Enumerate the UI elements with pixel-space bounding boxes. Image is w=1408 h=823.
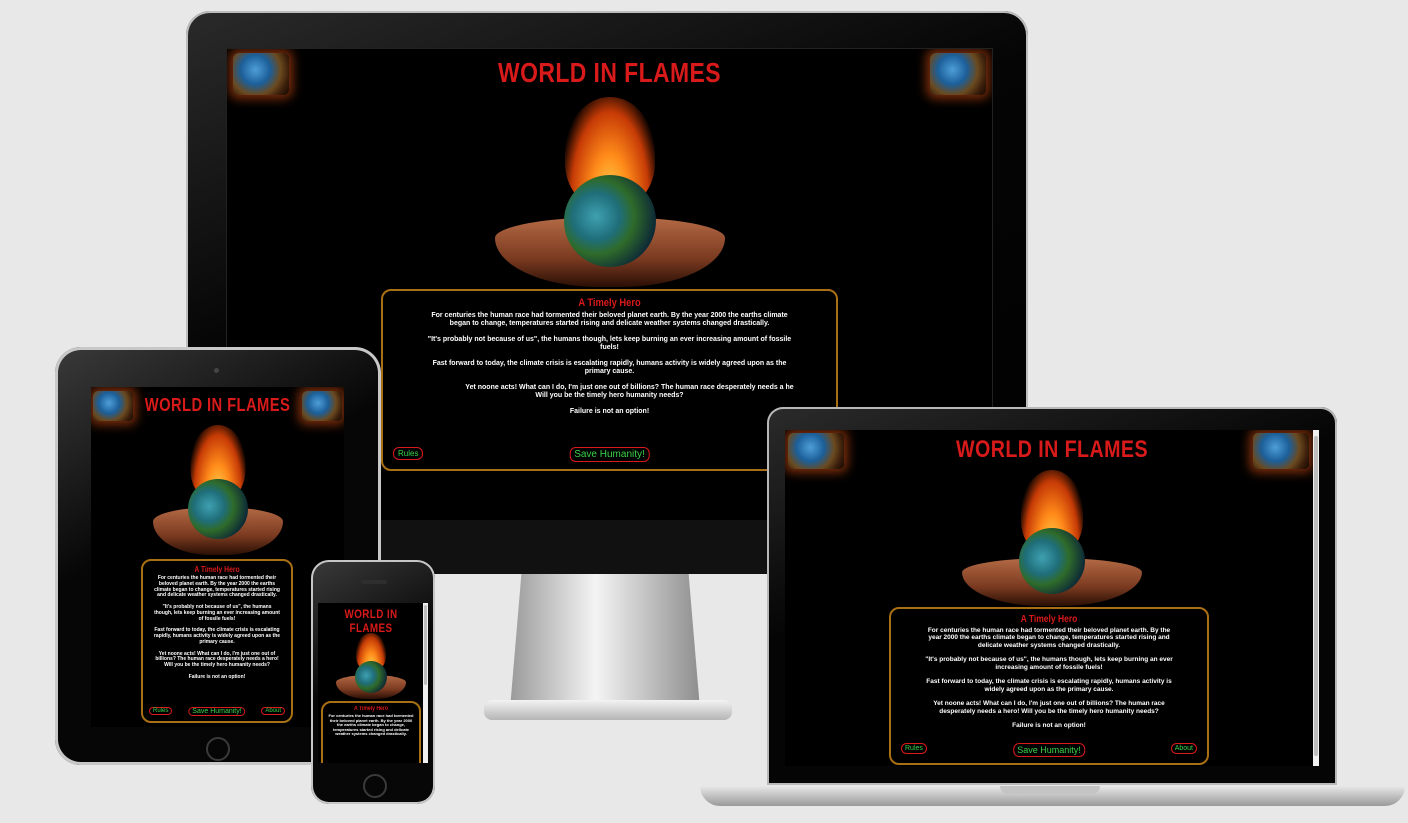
site-page: WORLD IN FLAMES A Timely Hero For centur… xyxy=(785,430,1319,766)
rules-button[interactable]: Rules xyxy=(149,707,173,715)
earth-shape xyxy=(563,175,656,267)
paragraph-5: Failure is not an option! xyxy=(188,673,246,680)
scrollbar[interactable] xyxy=(1313,430,1319,766)
save-humanity-button[interactable]: Save Humanity! xyxy=(188,707,246,716)
site-title: WORLD IN FLAMES xyxy=(955,436,1148,463)
save-humanity-button[interactable]: Save Humanity! xyxy=(1013,743,1085,757)
box-heading: A Timely Hero xyxy=(194,565,240,574)
monitor-stand-neck xyxy=(510,574,700,709)
hero-image xyxy=(336,633,406,699)
paragraph-3: Fast forward to today, the climate crisi… xyxy=(153,627,281,645)
paragraph-5: Failure is not an option! xyxy=(569,408,650,416)
box-heading: A Timely Hero xyxy=(578,297,641,309)
site-page: WORLD IN FLAMES A Timely Hero For centur… xyxy=(91,387,344,727)
intro-box: A Timely Hero For centuries the human ra… xyxy=(141,559,293,723)
earth-shape xyxy=(355,661,387,693)
paragraph-4: Yet noone acts! What can I do, I'm just … xyxy=(465,384,794,392)
hero-image xyxy=(152,425,283,555)
about-button[interactable]: About xyxy=(1170,743,1197,754)
earth-shape xyxy=(187,479,248,539)
scrollbar-thumb[interactable] xyxy=(1314,436,1318,756)
site-title: WORLD IN FLAMES xyxy=(144,395,291,415)
box-heading: A Timely Hero xyxy=(1020,614,1078,625)
scrollbar[interactable] xyxy=(423,603,428,763)
earth-shape xyxy=(1019,528,1085,594)
intro-box: A Timely Hero For centuries the human ra… xyxy=(321,701,421,763)
tablet-camera xyxy=(214,368,219,373)
paragraph-1: For centuries the human race had torment… xyxy=(927,627,1171,649)
phone-screen: WORLD IN FLAMES A Timely Hero For centur… xyxy=(318,603,428,763)
paragraph-3: Fast forward to today, the climate crisi… xyxy=(926,678,1172,693)
paragraph-1: For centuries the human race had torment… xyxy=(431,312,788,328)
paragraph-5: Failure is not an option! xyxy=(1012,722,1086,730)
about-button[interactable]: About xyxy=(261,707,285,715)
site-page: WORLD IN FLAMES A Timely Hero For centur… xyxy=(318,603,428,763)
globe-icon-left xyxy=(233,53,289,95)
paragraph-1: For centuries the human race had torment… xyxy=(328,713,414,737)
paragraph-1: For centuries the human race had torment… xyxy=(154,575,280,599)
globe-icon-right xyxy=(930,53,986,95)
laptop-screen: WORLD IN FLAMES A Timely Hero For centur… xyxy=(785,430,1319,766)
rules-button[interactable]: Rules xyxy=(393,447,424,460)
hero-image xyxy=(962,470,1142,606)
paragraph-4: Yet noone acts! What can I do, I'm just … xyxy=(933,700,1165,715)
phone-home-button xyxy=(363,774,387,798)
tablet-home-button xyxy=(206,737,230,761)
intro-box: A Timely Hero For centuries the human ra… xyxy=(889,607,1209,765)
paragraph-2: "It's probably not because of us", the h… xyxy=(925,656,1173,671)
monitor-stand-foot xyxy=(484,700,732,720)
save-humanity-button[interactable]: Save Humanity! xyxy=(569,447,650,462)
site-title: WORLD IN FLAMES xyxy=(344,607,398,635)
site-title: WORLD IN FLAMES xyxy=(498,57,721,88)
paragraph-3: Fast forward to today, the climate crisi… xyxy=(432,360,787,376)
paragraph-2: "It's probably not because of us", the h… xyxy=(154,604,280,622)
phone-speaker xyxy=(361,580,387,584)
tablet-screen: WORLD IN FLAMES A Timely Hero For centur… xyxy=(91,387,344,727)
box-heading: A Timely Hero xyxy=(353,706,388,712)
hero-image xyxy=(494,97,725,287)
paragraph-2: "It's probably not because of us", the h… xyxy=(427,336,792,352)
scrollbar-thumb[interactable] xyxy=(424,605,427,685)
laptop-notch xyxy=(1000,786,1100,794)
paragraph-4: Yet noone acts! What can I do, I'm just … xyxy=(155,650,279,668)
paragraph-4b: Will you be the timely hero humanity nee… xyxy=(535,392,684,400)
rules-button[interactable]: Rules xyxy=(901,743,927,754)
